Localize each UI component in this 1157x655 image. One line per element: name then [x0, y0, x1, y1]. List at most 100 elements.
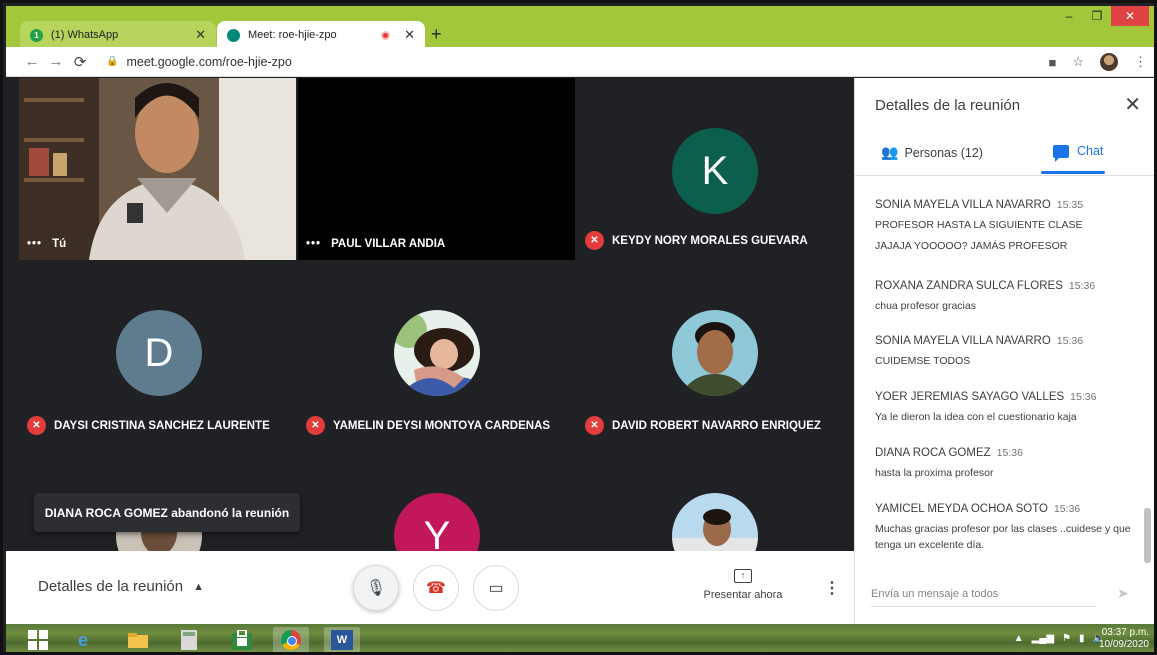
meet-icon — [227, 28, 240, 42]
screen: 1 (1) WhatsApp ✕ Meet: roe-hjie-zpo ✕ + … — [0, 0, 1157, 655]
people-icon: 👥 — [881, 144, 899, 160]
lock-icon: 🔒 — [106, 56, 119, 67]
participant-tile-daysi[interactable]: D ✕ DAYSI CRISTINA SANCHEZ LAURENTE — [19, 263, 296, 445]
self-video-feed — [19, 78, 296, 260]
store-icon[interactable] — [224, 627, 260, 652]
participant-tile-paul[interactable]: ••• PAUL VILLAR ANDIA — [298, 78, 575, 260]
reload-icon[interactable]: ⟳ — [68, 53, 92, 71]
chat-message: ROXANA ZANDRA SULCA FLORES 15:36 chua pro… — [875, 280, 1096, 312]
participant-name-label: ✕ DAVID ROBERT NAVARRO ENRIQUEZ — [585, 416, 821, 435]
hang-up-button[interactable]: ☎ — [413, 565, 459, 611]
participant-tile-yamelin[interactable]: ✕ YAMELIN DEYSI MONTOYA CARDENAS — [298, 263, 575, 445]
send-icon[interactable]: ➤ — [1117, 585, 1129, 602]
minimize-icon[interactable]: – — [1055, 6, 1083, 26]
mic-off-icon: ✕ — [306, 416, 325, 435]
chat-icon — [1053, 144, 1069, 162]
participant-photo — [394, 310, 480, 396]
avatar — [672, 310, 758, 396]
system-tray: ▲ ▂▄▆ ⚑ ▮ 🔈 — [1014, 633, 1105, 644]
meeting-controls-bar: Detalles de la reunión ▲ 🎙 ☎ ▭ ↑ Present… — [6, 551, 854, 624]
recording-indicator-icon — [381, 30, 391, 40]
more-options-icon[interactable]: ••• — [27, 238, 42, 250]
chat-message: DIANA ROCA GOMEZ 15:36 hasta la proxima p… — [875, 447, 1023, 479]
participant-name-label: ✕ YAMELIN DEYSI MONTOYA CARDENAS — [306, 416, 550, 435]
window-controls: – ❐ ✕ — [1055, 6, 1149, 26]
chat-message: SONIA MAYELA VILLA NAVARRO 15:36 CUIDEMSE… — [875, 335, 1084, 367]
tab-whatsapp[interactable]: 1 (1) WhatsApp ✕ — [20, 21, 216, 49]
close-icon[interactable]: ✕ — [1124, 92, 1141, 117]
participant-name-label: ✕ DAYSI CRISTINA SANCHEZ LAURENTE — [27, 416, 270, 435]
signal-icon[interactable]: ▂▄▆ — [1032, 633, 1054, 644]
tab-title: Meet: roe-hjie-zpo — [248, 29, 337, 41]
file-explorer-icon[interactable] — [120, 627, 156, 652]
meeting-details-button[interactable]: Detalles de la reunión ▲ — [38, 578, 204, 595]
avatar: K — [672, 128, 758, 214]
participant-name-label: ✕ KEYDY NORY MORALES GUEVARA — [585, 231, 808, 250]
internet-explorer-icon[interactable]: e — [65, 627, 101, 652]
participant-tile-david[interactable]: ✕ DAVID ROBERT NAVARRO ENRIQUEZ — [577, 263, 854, 445]
chat-message: YAMICEL MEYDA OCHOA SOTO 15:36 Muchas gra… — [875, 503, 1131, 551]
microphone-button[interactable]: 🎙 — [353, 565, 399, 611]
url-text: meet.google.com/roe-hjie-zpo — [126, 54, 292, 69]
star-icon[interactable]: ☆ — [1072, 54, 1084, 70]
menu-icon[interactable]: ⋮ — [1134, 54, 1147, 70]
profile-avatar[interactable] — [1100, 53, 1118, 71]
participant-name-label: ••• Tú — [27, 238, 67, 250]
chevron-up-icon: ▲ — [193, 580, 204, 593]
chevron-up-icon[interactable]: ▲ — [1014, 633, 1024, 644]
microphone-icon: 🎙 — [365, 580, 387, 597]
participant-photo — [672, 310, 758, 396]
present-screen-icon: ↑ — [734, 569, 752, 583]
mic-off-icon: ✕ — [585, 416, 604, 435]
close-tab-icon[interactable]: ✕ — [195, 27, 206, 43]
windows-taskbar: e W ▲ ▂▄▆ ⚑ ▮ 🔈 03:37 p.m. 10/09/2020 — [6, 624, 1154, 652]
close-tab-icon[interactable]: ✕ — [404, 27, 415, 43]
windows-start-icon[interactable] — [20, 627, 56, 652]
participant-tile-self[interactable]: ••• Tú — [19, 78, 296, 260]
mic-off-icon: ✕ — [27, 416, 46, 435]
meeting-details-panel: Detalles de la reunión ✕ 👥 Personas (12)… — [854, 78, 1154, 624]
whatsapp-icon: 1 — [30, 28, 43, 42]
chat-scrollbar[interactable] — [1144, 508, 1151, 563]
avatar: Y — [394, 493, 480, 551]
more-options-icon[interactable]: ⋮ — [824, 578, 840, 598]
more-options-icon[interactable]: ••• — [306, 238, 321, 250]
new-tab-button[interactable]: + — [431, 24, 442, 45]
tab-title: (1) WhatsApp — [51, 29, 119, 41]
tab-chat[interactable]: Chat — [1053, 144, 1103, 162]
camera-button[interactable]: ▭ — [473, 565, 519, 611]
present-now-button[interactable]: ↑ Presentar ahora — [698, 569, 788, 601]
participant-tile-keydy[interactable]: K ✕ KEYDY NORY MORALES GUEVARA — [577, 78, 854, 260]
chat-message-input[interactable]: Envía un mensaje a todos — [871, 588, 1096, 607]
url-field[interactable]: 🔒 meet.google.com/roe-hjie-zpo — [106, 55, 292, 69]
tab-meet[interactable]: Meet: roe-hjie-zpo ✕ — [217, 21, 425, 49]
participant-name-label: ••• PAUL VILLAR ANDIA — [306, 238, 446, 250]
tab-people[interactable]: 👥 Personas (12) — [881, 144, 983, 161]
restore-icon[interactable]: ❐ — [1083, 6, 1111, 26]
address-bar-actions: ■ ☆ ⋮ — [1048, 53, 1147, 71]
chat-message: SONIA MAYELA VILLA NAVARRO 15:35 PROFESOR… — [875, 199, 1084, 231]
hang-up-icon: ☎ — [426, 580, 446, 597]
participant-tile-row3-middle[interactable]: Y — [298, 448, 575, 551]
active-tab-indicator — [1041, 171, 1105, 174]
camera-icon[interactable]: ■ — [1048, 55, 1056, 70]
word-icon[interactable]: W — [324, 627, 360, 652]
mic-off-icon: ✕ — [585, 231, 604, 250]
chat-message: JAJAJA YOOOOO? JAMÁS PROFESOR — [875, 240, 1068, 252]
video-grid: ••• Tú ••• PAUL VILLAR ANDIA K ✕ KEYDY N… — [6, 78, 854, 551]
clock[interactable]: 03:37 p.m. 10/09/2020 — [1099, 627, 1149, 651]
battery-icon[interactable]: ▮ — [1079, 633, 1085, 644]
window-close-icon[interactable]: ✕ — [1111, 6, 1149, 26]
participant-photo — [672, 493, 758, 551]
avatar — [394, 310, 480, 396]
chrome-icon[interactable] — [273, 627, 309, 652]
calculator-icon[interactable] — [171, 627, 207, 652]
back-icon[interactable]: ← — [20, 53, 44, 70]
chat-message: YOER JEREMIAS SAYAGO VALLES 15:36 Ya le d… — [875, 391, 1097, 423]
participant-tile-row3-right[interactable] — [577, 448, 854, 551]
panel-title: Detalles de la reunión — [875, 97, 1021, 114]
network-icon[interactable]: ⚑ — [1062, 633, 1071, 644]
forward-icon[interactable]: → — [44, 53, 68, 70]
divider — [855, 175, 1154, 176]
address-bar: ← → ⟳ 🔒 meet.google.com/roe-hjie-zpo ■ ☆… — [6, 47, 1154, 77]
